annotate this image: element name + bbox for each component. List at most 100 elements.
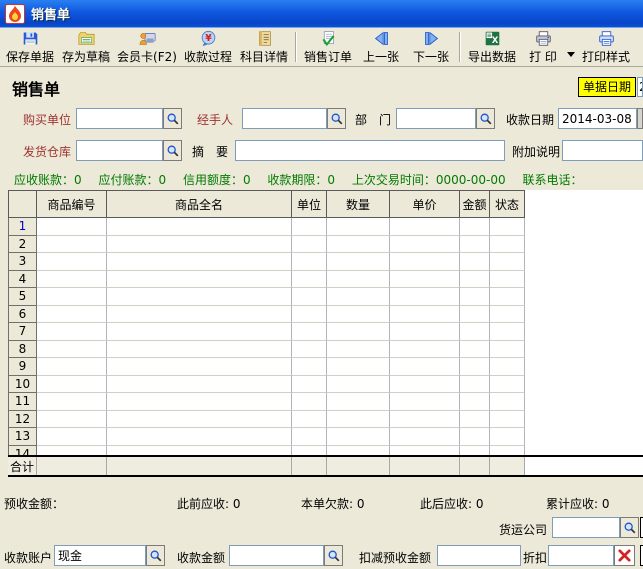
warehouse-label: 发货仓库 — [23, 143, 71, 160]
doc-date-value-clipped[interactable]: 2014-03-08 — [637, 77, 643, 97]
red-x-icon — [617, 548, 632, 563]
department-label: 部 门 — [355, 111, 391, 128]
col-quantity: 数量 — [327, 190, 390, 218]
cumulative-due-value: 0 — [602, 497, 610, 511]
save-draft-button[interactable]: 存为草稿 — [58, 29, 114, 65]
payment-account-input[interactable] — [54, 545, 146, 566]
col-amount: 金额 — [460, 190, 490, 218]
magnifier-icon — [149, 549, 163, 563]
payable-status: 应付账款：0 — [98, 173, 166, 187]
previous-button[interactable]: 上一张 — [356, 29, 406, 65]
previous-icon — [372, 30, 391, 47]
table-row: 7 — [8, 323, 525, 341]
table-row: 1 — [8, 218, 525, 236]
col-unit: 单位 — [292, 190, 327, 218]
doc-date-button[interactable]: 单据日期 — [578, 77, 636, 97]
table-body: 1 2 3 4 5 6 7 8 9 10 11 12 13 14 — [8, 218, 525, 455]
payment-amount-input[interactable] — [229, 545, 324, 566]
table-row: 2 — [8, 236, 525, 254]
warehouse-lookup-button[interactable] — [163, 140, 182, 161]
table-row: 8 — [8, 341, 525, 359]
payment-term-status: 收款期限：0 — [267, 173, 335, 187]
svg-text:¥: ¥ — [205, 33, 212, 44]
window-title: 销售单 — [31, 4, 70, 23]
magnifier-icon — [166, 112, 180, 126]
receipt-date-dropdown-clipped[interactable] — [637, 108, 643, 129]
department-lookup-button[interactable] — [476, 108, 495, 129]
table-row: 11 — [8, 393, 525, 411]
toolbar-separator — [295, 32, 297, 62]
page-title: 销售单 — [12, 76, 60, 100]
summary-input[interactable] — [235, 140, 505, 161]
prior-due: 此前应收: 0 — [177, 495, 241, 512]
sales-order-button[interactable]: 销售订单 — [300, 29, 356, 65]
col-status: 状态 — [490, 190, 525, 218]
payment-account-lookup-button[interactable] — [146, 545, 165, 566]
credit-limit-status: 信用额度：0 — [183, 173, 251, 187]
receipt-date-input[interactable] — [558, 108, 637, 129]
magnifier-icon — [479, 112, 493, 126]
table-row: 9 — [8, 358, 525, 376]
export-excel-icon: X — [483, 30, 502, 47]
prepaid-amount-label: 预收金额： — [4, 495, 64, 512]
customer-status-line: 应收账款：0 应付账款：0 信用额度：0 收款期限：0 上次交易时间：0000-… — [14, 171, 595, 188]
sales-order-window: 销售单 保存单据 存为草稿 会 — [0, 0, 643, 569]
table-row: 14 — [8, 446, 525, 456]
handler-input[interactable] — [242, 108, 327, 129]
magnifier-icon — [327, 549, 341, 563]
table-row: 5 — [8, 288, 525, 306]
svg-text:X: X — [491, 36, 498, 46]
toolbar: 保存单据 存为草稿 会员卡(F2) ¥ 收 — [0, 28, 643, 67]
magnifier-icon — [623, 521, 637, 535]
freight-lookup-button[interactable] — [620, 517, 639, 538]
save-icon — [21, 30, 40, 47]
member-card-icon — [138, 30, 157, 47]
printer-icon — [534, 30, 553, 47]
print-style-button[interactable]: 打印样式 — [576, 29, 636, 65]
order-debt: 本单欠款: 0 — [301, 495, 365, 512]
print-button[interactable]: 打 印 — [520, 29, 566, 65]
payment-process-icon: ¥ — [199, 30, 218, 47]
receivable-status: 应收账款：0 — [14, 173, 82, 187]
table-row: 4 — [8, 271, 525, 289]
payment-amount-label: 收款金额 — [177, 549, 225, 566]
handler-lookup-button[interactable] — [327, 108, 346, 129]
account-detail-button[interactable]: 科目详情 — [236, 29, 292, 65]
col-product-name: 商品全名 — [107, 190, 292, 218]
after-due-value: 0 — [476, 497, 484, 511]
magnifier-icon — [330, 112, 344, 126]
clear-discount-button[interactable] — [614, 545, 635, 566]
department-input[interactable] — [396, 108, 476, 129]
buyer-lookup-button[interactable] — [163, 108, 182, 129]
buyer-input[interactable] — [76, 108, 163, 129]
extra-note-input[interactable] — [562, 140, 643, 161]
account-detail-icon — [255, 30, 274, 47]
order-debt-value: 0 — [357, 497, 365, 511]
deduct-prepaid-input[interactable] — [437, 545, 521, 566]
draft-folder-icon — [77, 30, 96, 47]
window-titlebar[interactable]: 销售单 — [0, 0, 643, 28]
payment-amount-lookup-button[interactable] — [324, 545, 343, 566]
freight-company-input[interactable] — [552, 517, 620, 538]
freight-company-label: 货运公司 — [499, 521, 547, 538]
last-trade-time-status: 上次交易时间：0000-00-00 — [352, 173, 506, 187]
discount-label: 折扣 — [523, 549, 547, 566]
warehouse-input[interactable] — [76, 140, 163, 161]
print-dropdown-arrow-icon[interactable] — [567, 52, 575, 57]
extra-note-label: 附加说明 — [512, 143, 560, 160]
flame-logo-icon — [5, 4, 25, 24]
save-document-button[interactable]: 保存单据 — [2, 29, 58, 65]
member-card-button[interactable]: 会员卡(F2) — [114, 29, 180, 65]
export-data-button[interactable]: X 导出数据 — [464, 29, 520, 65]
prior-due-value: 0 — [233, 497, 241, 511]
next-button[interactable]: 下一张 — [406, 29, 456, 65]
after-due: 此后应收: 0 — [420, 495, 484, 512]
discount-input[interactable] — [548, 545, 614, 566]
summary-label: 摘 要 — [192, 143, 228, 160]
deduct-prepaid-label: 扣减预收金额 — [359, 549, 431, 566]
col-unit-price: 单价 — [390, 190, 460, 218]
next-icon — [422, 30, 441, 47]
col-rownum — [8, 190, 37, 218]
payment-process-button[interactable]: ¥ 收款过程 — [180, 29, 236, 65]
buyer-label: 购买单位 — [23, 111, 71, 128]
